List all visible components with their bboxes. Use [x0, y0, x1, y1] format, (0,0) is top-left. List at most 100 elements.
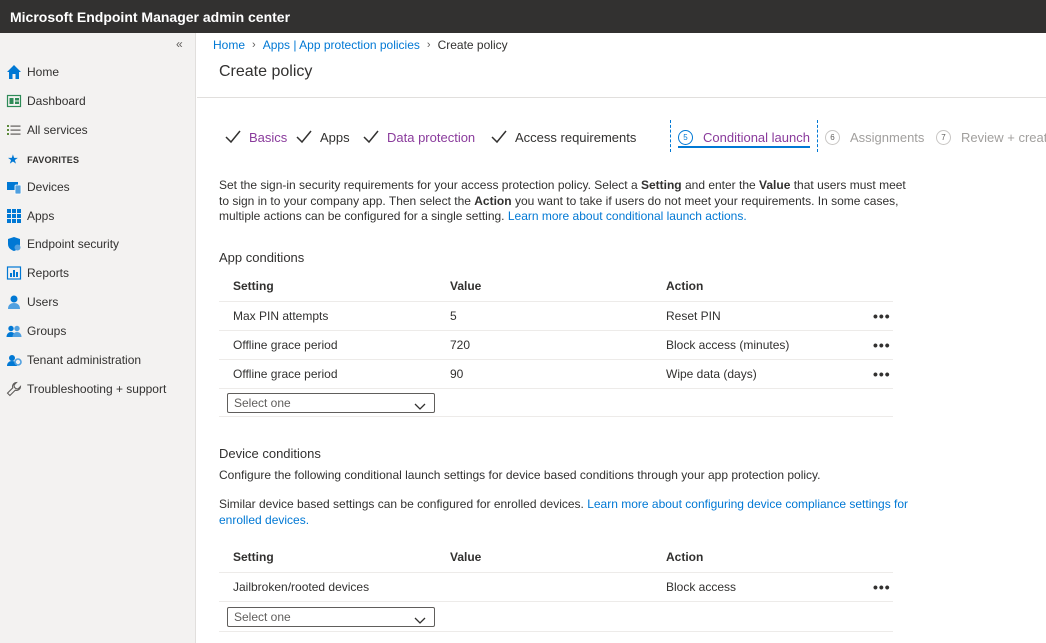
step-number: 7 [936, 129, 951, 145]
column-header-setting: Setting [233, 279, 274, 293]
table-row[interactable]: Offline grace period 90 Wipe data (days)… [219, 359, 893, 388]
checkmark-icon [363, 130, 379, 144]
breadcrumb: Home › Apps | App protection policies › … [213, 38, 508, 52]
step-label: Review + create [961, 129, 1046, 145]
chevron-right-icon: › [426, 39, 431, 51]
active-step-underline [678, 146, 810, 148]
sidebar-item-groups[interactable]: Groups [0, 318, 196, 344]
sidebar-item-reports[interactable]: Reports [0, 260, 196, 286]
column-header-action: Action [666, 550, 704, 564]
sidebar-item-devices[interactable]: Devices [0, 174, 196, 200]
description-part: and enter the [681, 178, 760, 192]
cell-setting: Max PIN attempts [233, 309, 329, 323]
chevron-down-icon [414, 612, 426, 630]
column-header-action: Action [666, 279, 704, 293]
description-text: Set the sign-in security requirements fo… [219, 178, 909, 225]
checkmark-icon [296, 130, 312, 144]
sidebar-item-label: Dashboard [27, 94, 86, 108]
description-bold: Action [474, 193, 512, 208]
step-number: 5 [678, 129, 693, 145]
more-options-icon[interactable]: ••• [873, 360, 891, 388]
breadcrumb-home-link[interactable]: Home [213, 38, 245, 52]
app-condition-select[interactable]: Select one [227, 393, 435, 413]
cell-action: Block access (minutes) [666, 338, 790, 352]
sidebar-item-troubleshooting-support[interactable]: Troubleshooting + support [0, 376, 196, 402]
learn-more-link[interactable]: Learn more about conditional launch acti… [508, 209, 747, 223]
cell-value: 5 [450, 309, 457, 323]
step-conditional-launch[interactable]: 5 Conditional launch [678, 126, 810, 148]
table-row[interactable]: Jailbroken/rooted devices Block access •… [219, 572, 893, 601]
cell-value: 720 [450, 338, 471, 352]
more-options-icon[interactable]: ••• [873, 331, 891, 359]
device-condition-select[interactable]: Select one [227, 607, 435, 627]
column-header-value: Value [450, 550, 482, 564]
page-title: Create policy [219, 63, 313, 80]
description-bold: Value [759, 178, 791, 192]
divider [219, 416, 893, 417]
chevron-right-icon: › [252, 39, 256, 51]
star-icon: ★ [8, 154, 19, 166]
sidebar-item-home[interactable]: Home [0, 59, 196, 85]
device-conditions-intro: Configure the following conditional laun… [219, 468, 821, 482]
step-data-protection[interactable]: Data protection [363, 126, 475, 148]
main-content: Home › Apps | App protection policies › … [197, 33, 1046, 643]
home-icon [6, 64, 22, 80]
device-conditions-title: Device conditions [219, 446, 321, 461]
table-row[interactable]: Offline grace period 720 Block access (m… [219, 330, 893, 359]
description-part: Set the sign-in security requirements fo… [219, 178, 641, 192]
more-options-icon[interactable]: ••• [873, 302, 891, 330]
breadcrumb-apps-link[interactable]: Apps | App protection policies [263, 38, 420, 52]
sidebar-item-all-services[interactable]: All services [0, 117, 196, 143]
divider [197, 97, 1046, 98]
cell-setting: Offline grace period [233, 338, 338, 352]
devices-icon [6, 179, 22, 195]
cell-setting: Offline grace period [233, 367, 338, 381]
step-label: Assignments [850, 129, 925, 145]
sidebar-item-label: Reports [27, 266, 70, 280]
double-chevron-left-icon[interactable]: « [176, 37, 183, 51]
cell-setting: Jailbroken/rooted devices [233, 580, 370, 594]
more-options-icon[interactable]: ••• [873, 573, 891, 601]
sidebar-item-users[interactable]: Users [0, 289, 196, 315]
tenant-admin-icon [6, 352, 22, 368]
step-review-create[interactable]: 7 Review + create [936, 126, 1046, 148]
sidebar-item-apps[interactable]: Apps [0, 203, 196, 229]
column-header-setting: Setting [233, 550, 274, 564]
favorites-label: FAVORITES [27, 154, 80, 165]
app-conditions-title: App conditions [219, 250, 305, 265]
step-assignments[interactable]: 6 Assignments [825, 126, 924, 148]
app-conditions-header: Setting Value Action [219, 272, 893, 300]
focus-outline [817, 120, 818, 152]
step-label: Conditional launch [703, 129, 810, 145]
step-label: Access requirements [515, 129, 637, 145]
step-apps[interactable]: Apps [296, 126, 350, 148]
select-placeholder: Select one [234, 396, 291, 410]
sidebar-item-dashboard[interactable]: Dashboard [0, 88, 196, 114]
cell-value: 90 [450, 367, 464, 381]
step-basics[interactable]: Basics [225, 126, 287, 148]
reports-icon [6, 265, 22, 281]
sidebar-item-label: Users [27, 295, 59, 309]
apps-grid-icon [6, 208, 22, 224]
sidebar-item-endpoint-security[interactable]: Endpoint security [0, 231, 196, 257]
sidebar-item-label: Troubleshooting + support [27, 382, 167, 396]
step-access-requirements[interactable]: Access requirements [491, 126, 636, 148]
wrench-icon [6, 381, 22, 397]
chevron-down-icon [414, 398, 426, 416]
top-bar: Microsoft Endpoint Manager admin center [0, 0, 1046, 33]
step-label: Apps [320, 129, 350, 145]
cell-action: Wipe data (days) [666, 367, 757, 381]
app-title[interactable]: Microsoft Endpoint Manager admin center [10, 9, 290, 25]
step-label: Data protection [387, 129, 476, 145]
sidebar-item-label: Devices [27, 180, 70, 194]
focus-outline [670, 120, 671, 152]
device-conditions-header: Setting Value Action [219, 543, 893, 571]
step-number: 6 [825, 129, 840, 145]
cell-action: Reset PIN [666, 309, 721, 323]
table-row[interactable]: Max PIN attempts 5 Reset PIN ••• [219, 301, 893, 330]
dashboard-icon [6, 93, 22, 109]
sidebar: « Home Dashboard All services ★ FAVORITE… [0, 33, 196, 643]
sidebar-item-tenant-administration[interactable]: Tenant administration [0, 347, 196, 373]
sidebar-item-label: All services [27, 123, 88, 137]
device-conditions-note: Similar device based settings can be con… [219, 497, 909, 528]
